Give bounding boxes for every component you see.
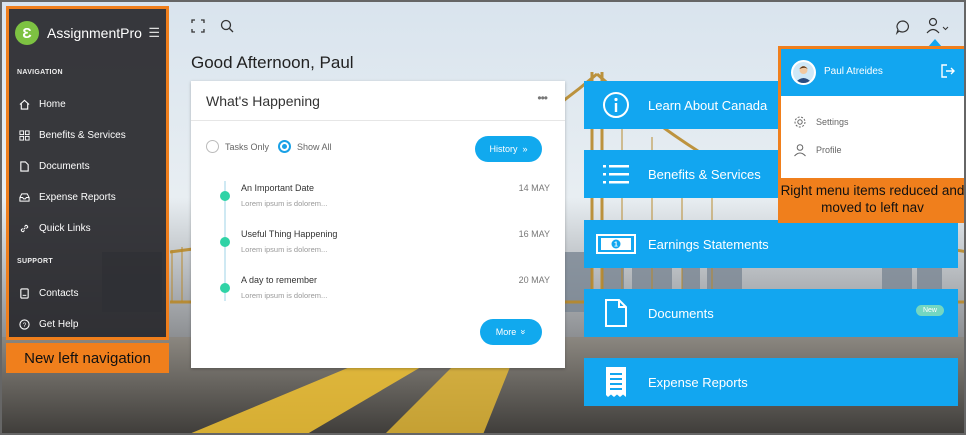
event-date: 16 MAY — [518, 229, 550, 239]
tile-learn-about-canada[interactable]: Learn About Canada — [584, 81, 779, 129]
sidebar-item-label: Home — [39, 98, 66, 110]
inbox-icon — [17, 192, 31, 203]
chat-icon[interactable] — [895, 19, 911, 40]
radio-label: Tasks Only — [225, 141, 270, 152]
info-icon — [584, 90, 648, 120]
list-icon — [584, 162, 648, 186]
brand-logo: Ɛ — [15, 21, 39, 45]
tile-label: Documents — [648, 305, 714, 321]
filter-tasks-only-radio[interactable]: Tasks Only — [206, 140, 269, 153]
grid-icon — [17, 129, 31, 141]
menu-item-label: Profile — [816, 145, 842, 155]
greeting: Good Afternoon, Paul — [191, 53, 354, 72]
link-icon — [17, 223, 31, 234]
chevron-double-down-icon: » — [518, 329, 529, 335]
radio-icon — [206, 140, 219, 153]
radio-selected-icon — [278, 140, 291, 153]
chevron-double-up-icon: » — [522, 144, 528, 154]
timeline-dot — [220, 191, 230, 201]
sidebar-item-label: Documents — [39, 160, 90, 172]
nav-heading-support: SUPPORT — [17, 258, 53, 265]
sidebar-item-quick-links[interactable]: Quick Links — [17, 218, 162, 238]
avatar — [791, 60, 816, 85]
timeline-dot — [220, 237, 230, 247]
menu-toggle-icon[interactable]: ☰ — [148, 25, 160, 41]
more-button[interactable]: More » — [480, 319, 542, 345]
event-description: Lorem ipsum is dolorem... — [241, 245, 328, 254]
sidebar-item-benefits[interactable]: Benefits & Services — [17, 125, 162, 145]
sidebar-item-label: Quick Links — [39, 222, 91, 234]
event-description: Lorem ipsum is dolorem... — [241, 291, 328, 300]
event-title[interactable]: A day to remember — [241, 275, 317, 285]
sidebar-item-label: Get Help — [39, 318, 79, 330]
nav-heading-navigation: NAVIGATION — [17, 69, 63, 76]
event-title[interactable]: Useful Thing Happening — [241, 229, 337, 239]
filter-show-all-radio[interactable]: Show All — [278, 140, 332, 153]
help-icon: ? — [17, 318, 31, 330]
whats-happening-card: What's Happening ••• Tasks Only Show All… — [191, 81, 565, 368]
sidebar-item-home[interactable]: Home — [17, 94, 162, 114]
user-menu-profile[interactable]: Profile — [793, 143, 842, 157]
event-date: 20 MAY — [518, 275, 550, 285]
user-menu-icon[interactable] — [926, 17, 952, 40]
history-button[interactable]: History » — [475, 136, 542, 162]
brand[interactable]: Ɛ AssignmentPro ☰ — [15, 18, 160, 48]
home-icon — [17, 99, 31, 110]
sidebar-item-label: Benefits & Services — [39, 129, 126, 141]
sidebar-item-label: Expense Reports — [39, 191, 116, 203]
tile-label: Expense Reports — [648, 374, 748, 390]
tile-label: Earnings Statements — [648, 236, 769, 252]
sidebar-item-contacts[interactable]: Contacts — [17, 283, 162, 303]
tile-benefits-services[interactable]: Benefits & Services — [584, 150, 779, 198]
event-description: Lorem ipsum is dolorem... — [241, 199, 328, 208]
tile-documents[interactable]: Documents New — [584, 289, 958, 337]
event-date: 14 MAY — [518, 183, 550, 193]
user-name: Paul Atreides — [824, 66, 883, 77]
contacts-icon — [17, 287, 31, 299]
svg-text:?: ? — [22, 321, 26, 328]
divider — [191, 120, 565, 121]
event-title[interactable]: An Important Date — [241, 183, 314, 193]
user-menu-settings[interactable]: Settings — [793, 115, 849, 129]
logout-icon[interactable] — [940, 64, 956, 83]
fullscreen-icon[interactable] — [191, 19, 205, 38]
sidebar-item-label: Contacts — [39, 287, 79, 299]
sidebar-item-get-help[interactable]: ? Get Help — [17, 314, 162, 334]
document-icon — [584, 298, 648, 328]
sidebar-item-documents[interactable]: Documents — [17, 156, 162, 176]
svg-text:1: 1 — [614, 242, 618, 249]
gear-icon — [794, 116, 806, 128]
screenshot-frame: Ɛ AssignmentPro ☰ NAVIGATION Home Benefi… — [0, 0, 966, 435]
left-navigation: Ɛ AssignmentPro ☰ NAVIGATION Home Benefi… — [6, 6, 169, 340]
new-badge: New — [915, 305, 944, 316]
button-label: More — [495, 327, 517, 337]
sidebar-item-expense-reports[interactable]: Expense Reports — [17, 187, 162, 207]
button-label: History — [489, 144, 518, 154]
document-icon — [17, 160, 31, 172]
radio-label: Show All — [297, 141, 332, 152]
timeline-dot — [220, 283, 230, 293]
tile-earnings-statements[interactable]: 1 Earnings Statements — [584, 220, 958, 268]
money-icon: 1 — [584, 233, 648, 255]
menu-item-label: Settings — [816, 117, 849, 127]
card-title: What's Happening — [206, 93, 320, 109]
more-options-icon[interactable]: ••• — [537, 91, 548, 105]
tile-label: Benefits & Services — [648, 166, 761, 182]
user-icon — [794, 144, 806, 157]
brand-name: AssignmentPro — [47, 25, 142, 41]
receipt-icon — [584, 366, 648, 398]
annotation-right: Right menu items reduced and moved to le… — [778, 178, 964, 223]
tile-label: Learn About Canada — [648, 97, 768, 113]
tile-expense-reports[interactable]: Expense Reports — [584, 358, 958, 406]
user-header: Paul Atreides — [781, 49, 964, 96]
search-icon[interactable] — [220, 19, 234, 38]
annotation-left: New left navigation — [6, 343, 169, 373]
